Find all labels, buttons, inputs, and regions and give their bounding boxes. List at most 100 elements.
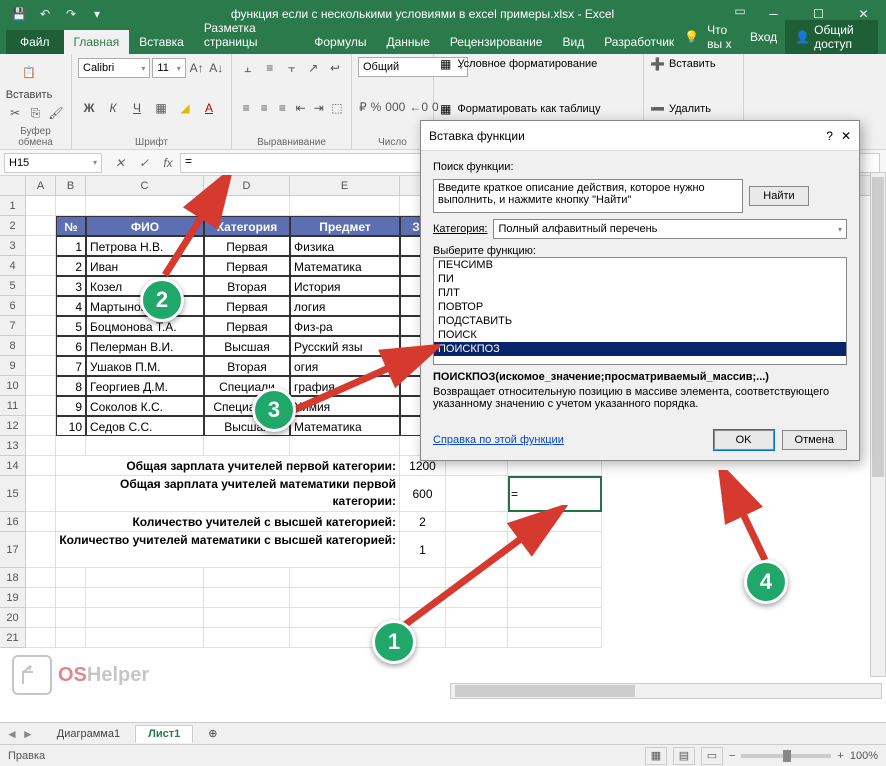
cell[interactable]: Боцмонова Т.А. (86, 316, 204, 336)
cell[interactable]: № (56, 216, 86, 236)
cell[interactable]: 5 (56, 316, 86, 336)
summary-label[interactable]: Количество учителей с высшей категорией: (56, 512, 400, 532)
cell[interactable] (26, 476, 56, 512)
view-pagebreak-icon[interactable]: ▭ (701, 747, 723, 765)
cell[interactable] (26, 256, 56, 276)
function-list-item[interactable]: ПОВТОР (434, 300, 846, 314)
save-icon[interactable]: 💾 (8, 3, 30, 25)
function-list-item[interactable]: ПОИСКПОЗ (434, 342, 846, 356)
format-table-label[interactable]: Форматировать как таблицу (457, 103, 600, 115)
tellme-icon[interactable]: 💡 (684, 30, 699, 44)
view-layout-icon[interactable]: ▤ (673, 747, 695, 765)
cell[interactable] (26, 568, 56, 588)
row-header[interactable]: 18 (0, 568, 26, 588)
cond-format-icon[interactable]: ▦ (440, 57, 451, 71)
cell[interactable] (26, 608, 56, 628)
enter-formula-icon[interactable]: ✓ (132, 153, 156, 173)
tab-review[interactable]: Рецензирование (440, 30, 553, 54)
cell[interactable] (26, 456, 56, 476)
cell[interactable]: 7 (56, 356, 86, 376)
row-header[interactable]: 4 (0, 256, 26, 276)
function-list-item[interactable]: ПЕЧСИМВ (434, 258, 846, 272)
row-header[interactable]: 7 (0, 316, 26, 336)
cell[interactable] (26, 196, 56, 216)
cell[interactable]: 9 (56, 396, 86, 416)
row-header[interactable]: 6 (0, 296, 26, 316)
sheet-nav-next-icon[interactable]: ► (22, 727, 34, 741)
row-header[interactable]: 17 (0, 532, 26, 568)
row-header[interactable]: 5 (0, 276, 26, 296)
cell[interactable] (26, 376, 56, 396)
tab-file[interactable]: Файл (6, 30, 64, 54)
zoom-slider[interactable] (741, 754, 831, 758)
cell[interactable] (290, 588, 400, 608)
share-button[interactable]: 👤 Общий доступ (785, 20, 878, 54)
tellme-label[interactable]: Что вы х (707, 23, 742, 51)
cell[interactable] (204, 628, 290, 648)
percent-icon[interactable]: % (370, 96, 383, 118)
cell[interactable] (86, 588, 204, 608)
cell[interactable] (56, 628, 86, 648)
cell[interactable]: Первая (204, 316, 290, 336)
cell[interactable] (26, 316, 56, 336)
delete-cells-label[interactable]: Удалить (669, 103, 711, 115)
paste-button[interactable]: 📋 Вставить (6, 57, 52, 101)
cell[interactable]: Седов С.С. (86, 416, 204, 436)
cell[interactable] (290, 568, 400, 588)
cell[interactable] (56, 196, 86, 216)
sheet-nav-prev-icon[interactable]: ◄ (6, 727, 18, 741)
cell[interactable] (26, 396, 56, 416)
cell[interactable] (26, 276, 56, 296)
dec-inc-icon[interactable]: ←0 (408, 96, 429, 118)
currency-icon[interactable]: ₽ (358, 96, 368, 118)
undo-icon[interactable]: ↶ (34, 3, 56, 25)
bold-icon[interactable]: Ж (78, 97, 100, 119)
cell[interactable] (56, 608, 86, 628)
cell[interactable] (86, 436, 204, 456)
underline-icon[interactable]: Ч (126, 97, 148, 119)
indent-inc-icon[interactable]: ⇥ (311, 97, 327, 119)
delete-cells-icon[interactable]: ➖ (650, 102, 665, 116)
fill-color-icon[interactable]: ◢ (174, 97, 196, 119)
cell[interactable] (26, 532, 56, 568)
wrap-text-icon[interactable]: ↩ (325, 57, 345, 79)
cell[interactable] (204, 568, 290, 588)
vertical-scrollbar[interactable] (870, 172, 886, 677)
indent-dec-icon[interactable]: ⇤ (293, 97, 309, 119)
cell[interactable]: 3 (56, 276, 86, 296)
cell[interactable]: 2 (56, 256, 86, 276)
cell[interactable] (26, 236, 56, 256)
orientation-icon[interactable]: ↗ (303, 57, 323, 79)
shrink-font-icon[interactable]: A↓ (207, 57, 225, 79)
cell[interactable] (204, 436, 290, 456)
cell[interactable]: Математика (290, 256, 400, 276)
cell[interactable]: Высшая (204, 336, 290, 356)
cell[interactable]: Соколов К.С. (86, 396, 204, 416)
redo-icon[interactable]: ↷ (60, 3, 82, 25)
row-header[interactable]: 20 (0, 608, 26, 628)
align-top-icon[interactable]: ⫠ (238, 57, 258, 79)
align-middle-icon[interactable]: ≡ (260, 57, 280, 79)
align-center-icon[interactable]: ≡ (256, 97, 272, 119)
row-header[interactable]: 13 (0, 436, 26, 456)
sheet-tab-sheet1[interactable]: Лист1 (135, 725, 193, 743)
help-link[interactable]: Справка по этой функции (433, 434, 564, 446)
colhdr-b[interactable]: B (56, 176, 86, 195)
copy-icon[interactable]: ⎘ (26, 102, 44, 124)
row-header[interactable]: 1 (0, 196, 26, 216)
cell[interactable] (26, 356, 56, 376)
cond-format-label[interactable]: Условное форматирование (457, 58, 597, 70)
font-name-select[interactable]: Calibri▾ (78, 58, 150, 78)
horizontal-scrollbar[interactable] (450, 683, 882, 699)
cell[interactable]: Предмет (290, 216, 400, 236)
function-list-item[interactable]: ПОДСТАВИТЬ (434, 314, 846, 328)
zoom-in-icon[interactable]: + (837, 750, 843, 762)
find-button[interactable]: Найти (749, 186, 809, 206)
search-function-input[interactable] (433, 179, 743, 213)
comma-icon[interactable]: 000 (384, 96, 406, 118)
cell[interactable] (26, 628, 56, 648)
font-size-select[interactable]: 11▾ (152, 58, 185, 78)
insert-cells-icon[interactable]: ➕ (650, 57, 665, 71)
colhdr-a[interactable]: A (26, 176, 56, 195)
cancel-formula-icon[interactable]: ✕ (108, 153, 132, 173)
